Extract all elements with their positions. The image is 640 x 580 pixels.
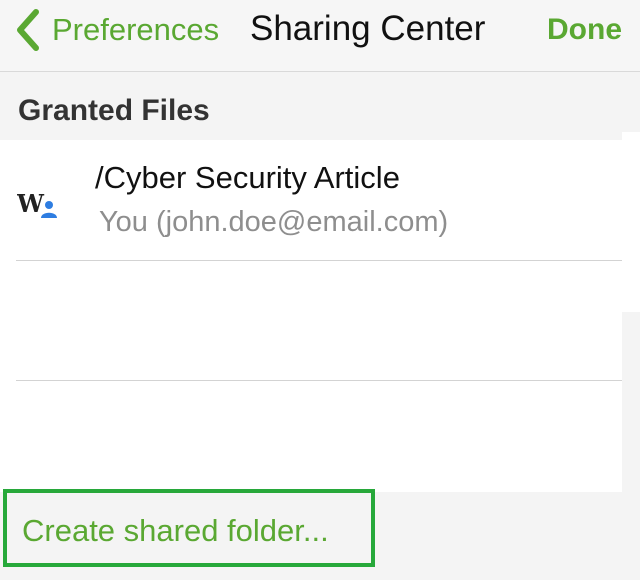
page-title: Sharing Center [250, 9, 486, 48]
back-button[interactable]: Preferences [14, 6, 219, 54]
shared-word-document-icon: W [17, 190, 57, 218]
scroll-edge [622, 132, 640, 312]
create-shared-folder-button[interactable]: Create shared folder... [3, 489, 375, 567]
chevron-left-icon [17, 9, 39, 51]
navigation-bar: Preferences Sharing Center Done [0, 0, 640, 72]
granted-files-list: W /Cyber Security Article You (john.doe@… [0, 140, 622, 492]
svg-text:W: W [17, 190, 45, 218]
section-header-granted-files: Granted Files [18, 94, 210, 127]
done-button[interactable]: Done [547, 8, 622, 52]
file-owner: You (john.doe@email.com) [99, 206, 449, 238]
file-name: /Cyber Security Article [95, 160, 400, 195]
granted-file-item[interactable]: W /Cyber Security Article You (john.doe@… [0, 140, 622, 260]
create-shared-folder-label: Create shared folder... [22, 513, 329, 548]
back-button-label: Preferences [52, 12, 220, 47]
empty-list-row [0, 261, 622, 381]
list-divider [16, 380, 622, 381]
